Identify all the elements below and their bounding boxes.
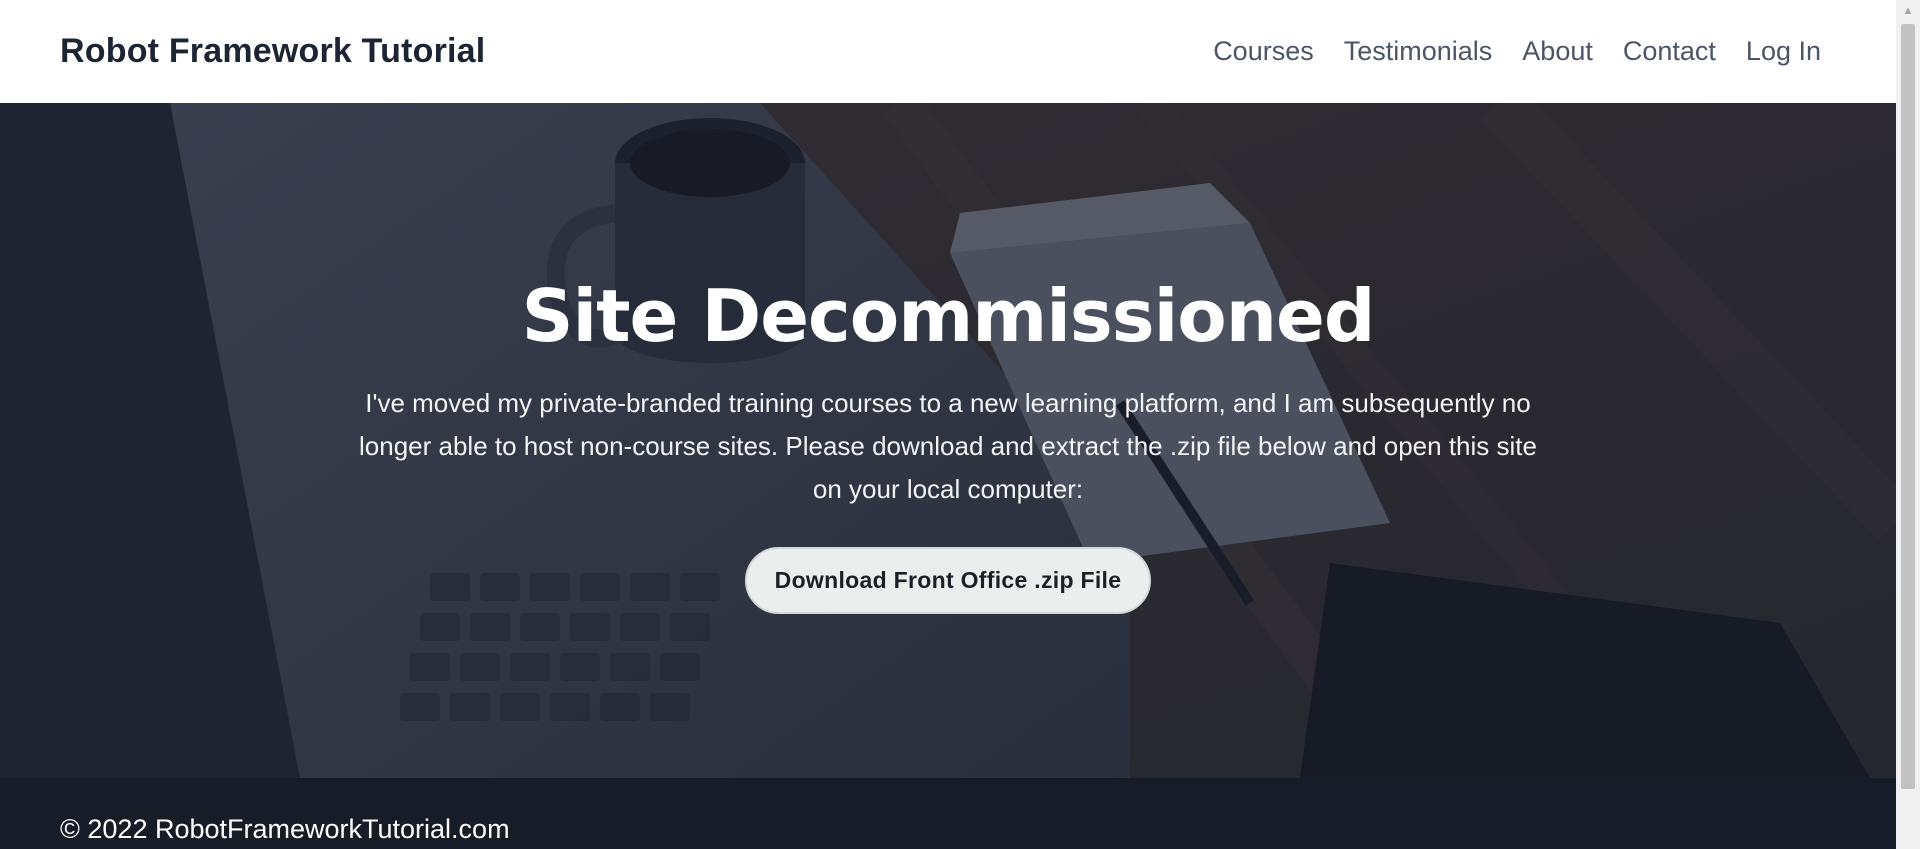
site-footer: © 2022 RobotFrameworkTutorial.com xyxy=(0,778,1896,849)
site-header: Robot Framework Tutorial Courses Testimo… xyxy=(0,0,1896,103)
nav-link-courses[interactable]: Courses xyxy=(1213,36,1314,67)
nav-link-testimonials[interactable]: Testimonials xyxy=(1344,36,1493,67)
copyright-text: © 2022 RobotFrameworkTutorial.com xyxy=(60,814,510,844)
scrollbar-thumb[interactable] xyxy=(1901,24,1915,789)
nav-link-contact[interactable]: Contact xyxy=(1623,36,1716,67)
nav-link-login[interactable]: Log In xyxy=(1746,36,1821,67)
hero-description: I've moved my private-branded training c… xyxy=(359,388,1537,505)
hero-content: Site Decommissioned I've moved my privat… xyxy=(0,103,1896,778)
page: Robot Framework Tutorial Courses Testimo… xyxy=(0,0,1920,849)
download-zip-button[interactable]: Download Front Office .zip File xyxy=(744,547,1152,615)
hero-section: Site Decommissioned I've moved my privat… xyxy=(0,103,1896,778)
vertical-scrollbar[interactable]: ▲ xyxy=(1896,0,1920,849)
nav-link-about[interactable]: About xyxy=(1522,36,1593,67)
scroll-up-arrow-icon[interactable]: ▲ xyxy=(1896,0,1920,22)
hero-title: Site Decommissioned xyxy=(521,274,1376,358)
main-nav: Courses Testimonials About Contact Log I… xyxy=(1213,36,1821,67)
brand-logo-link[interactable]: Robot Framework Tutorial xyxy=(60,32,485,71)
